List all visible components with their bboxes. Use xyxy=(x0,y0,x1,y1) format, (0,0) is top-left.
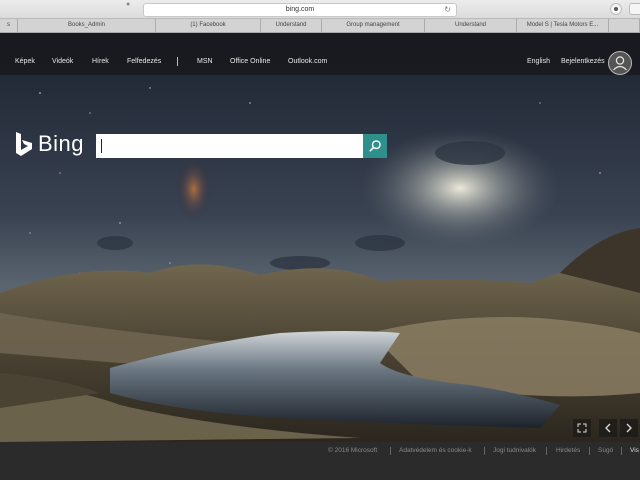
downloads-icon[interactable] xyxy=(610,3,622,15)
nav-discover[interactable]: Felfedezés xyxy=(127,58,161,65)
tab[interactable] xyxy=(609,19,640,32)
footer-legal-link[interactable]: Jogi tudnivalók xyxy=(493,447,536,454)
sign-in-link[interactable]: Bejelentkezés xyxy=(561,58,605,65)
tab[interactable]: Books_Admin xyxy=(18,19,156,32)
footer-divider xyxy=(589,447,590,455)
tab[interactable]: Group management xyxy=(322,19,425,32)
tab-bar: s Books_Admin (1) Facebook Understand Gr… xyxy=(0,19,640,33)
language-link[interactable]: English xyxy=(527,58,550,65)
nav-images[interactable]: Képek xyxy=(15,58,35,65)
site-icon: ● xyxy=(126,1,131,8)
bing-logo[interactable]: Bing xyxy=(14,130,84,158)
top-nav: Képek Videók Hírek Felfedezés MSN Office… xyxy=(0,33,640,75)
footer-divider xyxy=(484,447,485,455)
nav-office-online[interactable]: Office Online xyxy=(230,58,270,65)
bing-homepage: Képek Videók Hírek Felfedezés MSN Office… xyxy=(0,33,640,480)
nav-videos[interactable]: Videók xyxy=(52,58,73,65)
footer-feedback-link[interactable]: Vis xyxy=(630,447,639,454)
bing-b-icon xyxy=(16,132,32,156)
search-icon xyxy=(369,140,381,152)
tab[interactable]: Understand xyxy=(261,19,322,32)
nav-divider xyxy=(177,57,178,66)
tab[interactable]: (1) Facebook xyxy=(156,19,261,32)
tab[interactable]: Model S | Tesla Motors E... xyxy=(517,19,609,32)
chevron-left-icon[interactable] xyxy=(599,419,617,437)
footer-privacy-link[interactable]: Adatvédelem és cookie-k xyxy=(399,447,472,454)
nav-news[interactable]: Hírek xyxy=(92,58,109,65)
expand-icon[interactable] xyxy=(573,419,591,437)
avatar-icon[interactable] xyxy=(608,51,632,75)
footer-divider xyxy=(546,447,547,455)
footer-divider xyxy=(621,447,622,455)
tab[interactable]: s xyxy=(0,19,18,32)
text-cursor xyxy=(101,139,102,153)
address-bar[interactable]: bing.com ↻ xyxy=(143,3,457,17)
bing-logo-text: Bing xyxy=(38,131,85,156)
footer-divider xyxy=(390,447,391,455)
url-text: bing.com xyxy=(285,6,315,13)
tab[interactable]: Understand xyxy=(425,19,517,32)
footer-help-link[interactable]: Súgó xyxy=(598,447,613,454)
reload-icon[interactable]: ↻ xyxy=(444,4,451,16)
search-input[interactable] xyxy=(96,134,363,158)
nav-outlook[interactable]: Outlook.com xyxy=(288,58,327,65)
browser-toolbar: ● bing.com ↻ xyxy=(0,0,640,19)
search-button[interactable] xyxy=(363,134,387,158)
footer-copyright: © 2016 Microsoft xyxy=(328,447,378,454)
footer: © 2016 Microsoft Adatvédelem és cookie-k… xyxy=(0,442,640,480)
footer-advertise-link[interactable]: Hirdetés xyxy=(556,447,580,454)
chevron-right-icon[interactable] xyxy=(620,419,638,437)
nav-msn[interactable]: MSN xyxy=(197,58,213,65)
background-image xyxy=(0,33,640,442)
tab-overview-icon[interactable] xyxy=(629,3,640,15)
